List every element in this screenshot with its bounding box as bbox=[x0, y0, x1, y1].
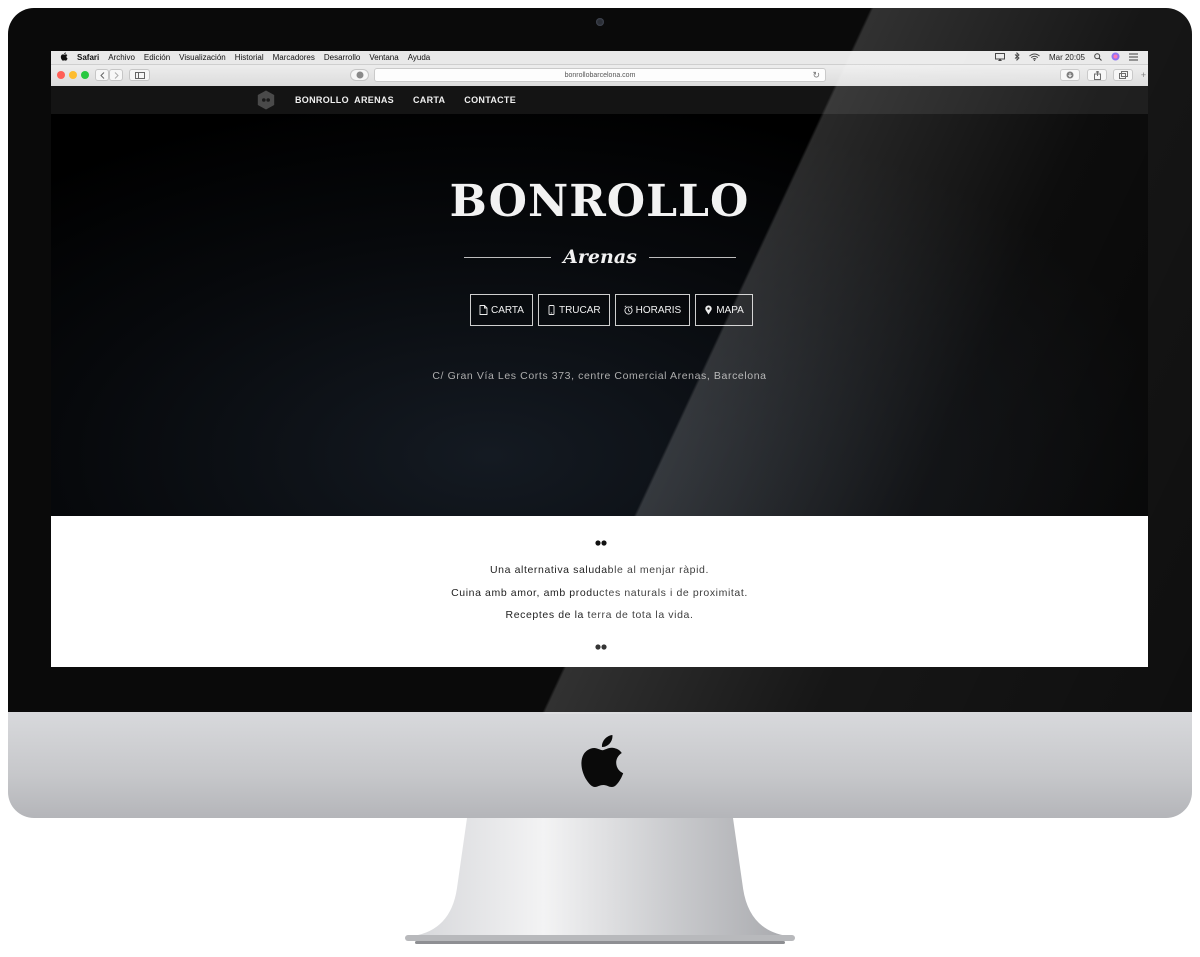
extension-button[interactable] bbox=[350, 69, 369, 81]
intro-line: Receptes de la terra de tota la vida. bbox=[505, 609, 694, 621]
back-button[interactable] bbox=[95, 69, 109, 81]
airplay-icon[interactable] bbox=[994, 52, 1005, 63]
zoom-window-icon[interactable] bbox=[81, 71, 89, 79]
minimize-window-icon[interactable] bbox=[69, 71, 77, 79]
imac-stand bbox=[405, 818, 795, 944]
wifi-icon[interactable] bbox=[1029, 53, 1040, 63]
hero-subtitle-row: Arenas bbox=[464, 242, 737, 272]
share-button[interactable] bbox=[1087, 69, 1107, 81]
hero-subtitle: Arenas bbox=[563, 246, 637, 268]
siri-icon[interactable] bbox=[1111, 52, 1120, 63]
mapa-button-label: MAPA bbox=[716, 304, 744, 316]
tabs-icon bbox=[1118, 71, 1128, 79]
alarm-clock-icon bbox=[624, 305, 633, 315]
nav-link-contacte[interactable]: CONTACTE bbox=[464, 95, 516, 105]
map-pin-icon bbox=[705, 305, 712, 315]
site-navbar: BONROLLO ARENAS CARTA CONTACTE bbox=[51, 86, 1148, 114]
menu-desarrollo[interactable]: Desarrollo bbox=[324, 53, 360, 62]
nav-brand-link[interactable]: BONROLLO ARENAS bbox=[295, 95, 394, 105]
safari-toolbar: bonrollobarcelona.com ↻ + bbox=[51, 65, 1148, 87]
macos-menubar: Safari Archivo Edición Visualización His… bbox=[51, 51, 1148, 65]
intro-line: Cuina amb amor, amb productes naturals i… bbox=[451, 587, 748, 599]
dots-ornament-icon bbox=[595, 644, 607, 650]
chevron-right-icon bbox=[114, 71, 119, 79]
plus-icon: + bbox=[1140, 70, 1147, 80]
menu-historial[interactable]: Historial bbox=[235, 53, 264, 62]
share-icon bbox=[1093, 70, 1101, 80]
tabs-overview-button[interactable] bbox=[1113, 69, 1133, 81]
apple-logo-icon bbox=[581, 735, 624, 787]
phone-icon bbox=[548, 305, 555, 315]
trucar-button-label: TRUCAR bbox=[558, 304, 601, 316]
downloads-button[interactable] bbox=[1060, 69, 1080, 81]
forward-button[interactable] bbox=[109, 69, 123, 81]
trucar-button[interactable]: TRUCAR bbox=[537, 294, 610, 326]
camera-icon bbox=[596, 18, 604, 26]
intro-line: Una alternativa saludable al menjar ràpi… bbox=[490, 564, 709, 576]
bonrollo-hexagon-logo[interactable] bbox=[257, 90, 275, 110]
horaris-button-label: HORARIS bbox=[635, 304, 682, 316]
carta-button-label: CARTA bbox=[491, 304, 524, 316]
download-icon bbox=[1066, 71, 1074, 79]
menu-marcadores[interactable]: Marcadores bbox=[273, 53, 315, 62]
menu-ayuda[interactable]: Ayuda bbox=[408, 53, 431, 62]
menu-safari[interactable]: Safari bbox=[77, 53, 99, 62]
intro-section: Una alternativa saludable al menjar ràpi… bbox=[51, 516, 1148, 667]
sidebar-icon bbox=[134, 71, 145, 79]
hero-button-row: CARTA TRUCAR HORARIS MAPA bbox=[470, 294, 753, 326]
sidebar-toggle-button[interactable] bbox=[129, 69, 150, 81]
menu-archivo[interactable]: Archivo bbox=[108, 53, 135, 62]
menu-ventana[interactable]: Ventana bbox=[369, 53, 398, 62]
chevron-left-icon bbox=[99, 71, 104, 79]
apple-menu-icon[interactable] bbox=[60, 52, 68, 63]
hero-address: C/ Gran Vía Les Corts 373, centre Comerc… bbox=[432, 370, 767, 382]
notification-center-icon[interactable] bbox=[1129, 53, 1138, 63]
divider-line-right bbox=[648, 256, 737, 258]
bluetooth-icon[interactable] bbox=[1014, 51, 1020, 63]
menu-visualizacion[interactable]: Visualización bbox=[179, 53, 226, 62]
reload-icon[interactable]: ↻ bbox=[812, 70, 820, 81]
address-bar[interactable]: bonrollobarcelona.com ↻ bbox=[374, 68, 826, 82]
mapa-button[interactable]: MAPA bbox=[695, 294, 753, 326]
hero-section: BONROLLO Arenas CARTA TRUCAR HORARIS MAP… bbox=[51, 114, 1148, 516]
menubar-clock[interactable]: Mar 20:05 bbox=[1049, 53, 1085, 62]
badge-icon bbox=[356, 71, 363, 79]
screen: Safari Archivo Edición Visualización His… bbox=[51, 51, 1148, 667]
document-icon bbox=[479, 305, 488, 315]
hero-title: BONROLLO bbox=[449, 176, 750, 227]
horaris-button[interactable]: HORARIS bbox=[614, 294, 691, 326]
menu-edicion[interactable]: Edición bbox=[144, 53, 170, 62]
dots-ornament-icon bbox=[595, 540, 607, 546]
spotlight-search-icon[interactable] bbox=[1094, 52, 1102, 63]
url-text: bonrollobarcelona.com bbox=[564, 71, 636, 79]
divider-line-left bbox=[464, 256, 552, 258]
new-tab-button[interactable]: + bbox=[1138, 69, 1148, 81]
carta-button[interactable]: CARTA bbox=[470, 294, 533, 326]
close-window-icon[interactable] bbox=[57, 71, 65, 79]
nav-link-carta[interactable]: CARTA bbox=[413, 95, 445, 105]
